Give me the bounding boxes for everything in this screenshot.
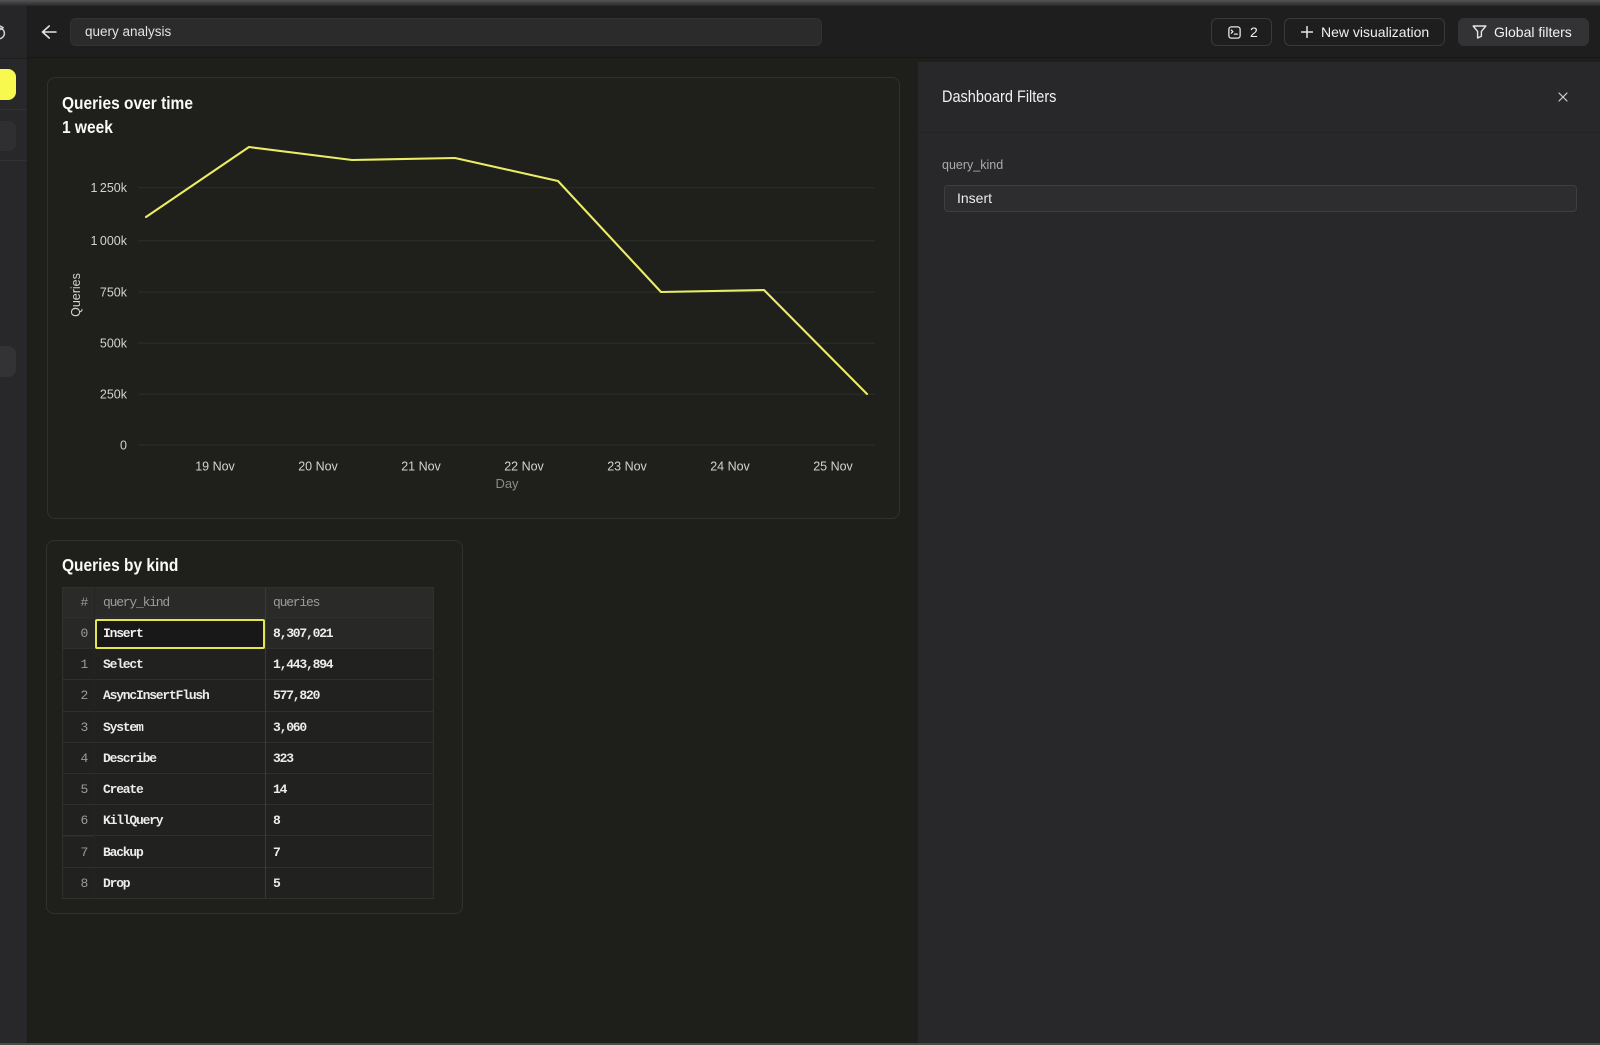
svg-text:23 Nov: 23 Nov	[607, 460, 647, 474]
svg-text:250k: 250k	[100, 388, 128, 402]
svg-text:25 Nov: 25 Nov	[813, 460, 853, 474]
svg-text:22 Nov: 22 Nov	[504, 460, 544, 474]
svg-text:750k: 750k	[100, 286, 128, 300]
svg-text:19 Nov: 19 Nov	[195, 460, 235, 474]
svg-text:1 250k: 1 250k	[90, 181, 127, 195]
svg-text:0: 0	[120, 439, 127, 453]
svg-text:20 Nov: 20 Nov	[298, 460, 338, 474]
svg-text:Queries: Queries	[69, 273, 83, 317]
svg-text:Day: Day	[495, 476, 519, 491]
svg-text:1 000k: 1 000k	[90, 234, 127, 248]
svg-text:24 Nov: 24 Nov	[710, 460, 750, 474]
svg-text:500k: 500k	[100, 337, 128, 351]
svg-text:21 Nov: 21 Nov	[401, 460, 441, 474]
